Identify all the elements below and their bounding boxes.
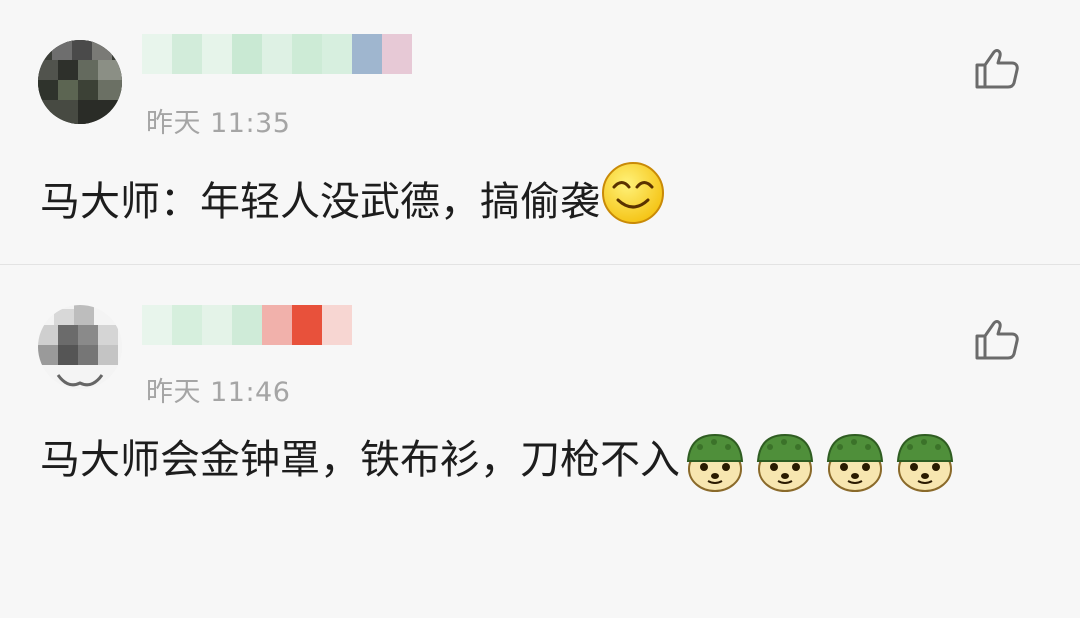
username-blurred[interactable] [142,305,352,345]
grinning-squint-emoji-icon [600,160,666,248]
doge-helmet-emoji-icon [822,429,888,495]
doge-helmet-emoji-icon [752,429,818,495]
comment-text: 马大师：年轻人没武德，搞偷袭 [40,160,1040,248]
avatar-image [38,40,122,124]
comment-item: 昨天 11:46 马大师会金钟罩，铁布衫，刀枪不入 [0,265,1080,618]
comment-body: 马大师会金钟罩，铁布衫，刀枪不入 [40,437,680,483]
avatar-image [38,305,122,389]
avatar[interactable] [38,305,122,389]
comment-timestamp: 昨天 11:35 [146,108,291,139]
thumbs-up-icon[interactable] [974,319,1020,361]
comment-text: 马大师会金钟罩，铁布衫，刀枪不入 [40,425,1040,495]
avatar[interactable] [38,40,122,124]
comment-timestamp: 昨天 11:46 [146,377,291,408]
thumbs-up-icon[interactable] [974,48,1020,90]
comment-item: 昨天 11:35 马大师：年轻人没武德，搞偷袭 [0,0,1080,264]
comment-body: 马大师：年轻人没武德，搞偷袭 [40,179,600,225]
doge-helmet-emoji-icon [682,429,748,495]
username-blurred[interactable] [142,34,412,74]
doge-helmet-emoji-icon [892,429,958,495]
